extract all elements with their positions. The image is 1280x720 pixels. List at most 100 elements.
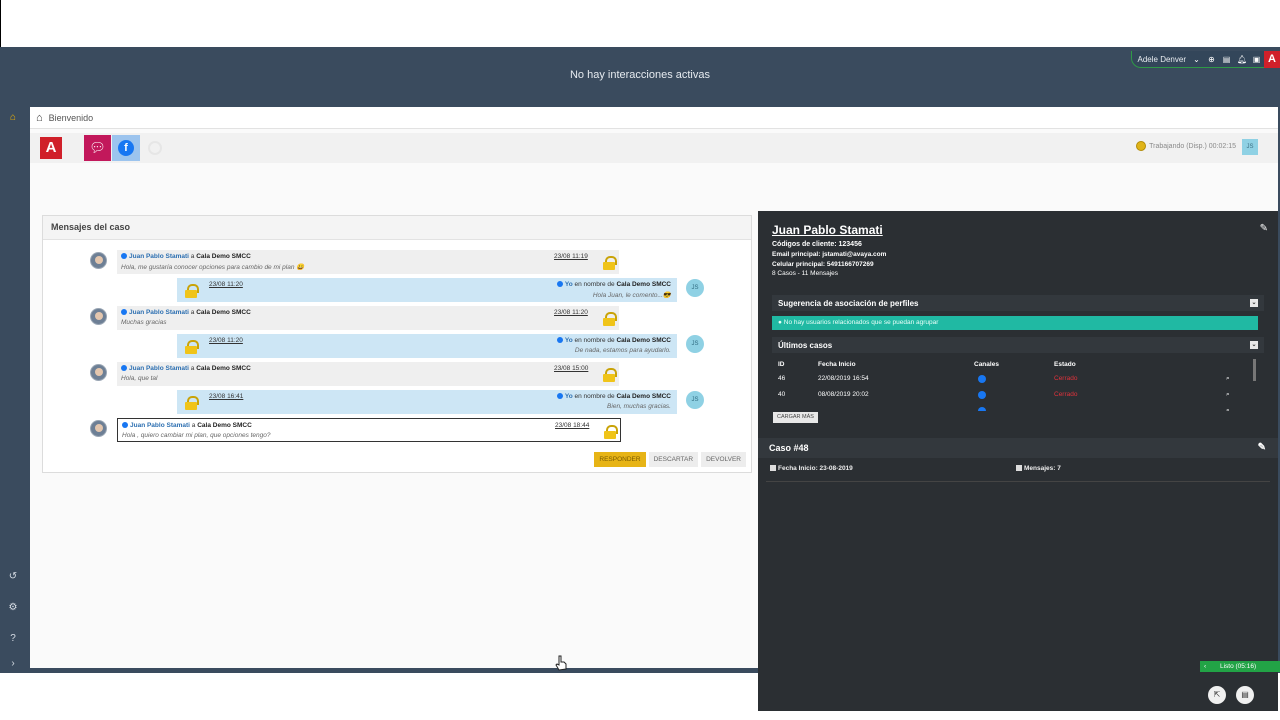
lock-icon[interactable] <box>603 368 617 382</box>
lock-icon[interactable] <box>603 312 617 326</box>
lock-icon[interactable] <box>185 396 199 410</box>
email-row: Email principal: jstamati@avaya.com <box>772 251 886 258</box>
home-icon[interactable]: ⌂ <box>36 112 43 124</box>
bell-icon[interactable]: 🔔︎ <box>1237 55 1247 64</box>
case-id: 46 <box>778 375 786 382</box>
connector: en nombre de <box>574 281 615 288</box>
message-timestamp[interactable]: 23/08 18:44 <box>555 422 589 429</box>
customer-avatar <box>90 308 107 325</box>
table-row[interactable]: 46 22/08/2019 16:54 Cerrado ⌕ <box>778 373 1248 387</box>
connector: a <box>190 365 195 372</box>
message-row[interactable]: Juan Pablo Stamati a Cala Demo SMCC Hola … <box>117 418 621 442</box>
brand-logo: A <box>1264 51 1280 68</box>
message-header: Juan Pablo Stamati a Cala Demo SMCC <box>121 309 251 316</box>
recipient-name: Cala Demo SMCC <box>197 422 252 429</box>
chevron-down-icon[interactable]: ⌄ <box>1250 299 1258 307</box>
message-row[interactable]: Yo en nombre de Cala Demo SMCC Bien, much… <box>177 390 677 414</box>
message-header: Yo en nombre de Cala Demo SMCC <box>556 281 671 288</box>
recent-cases-header[interactable]: Últimos casos ⌄ <box>772 337 1264 353</box>
sender-name[interactable]: Juan Pablo Stamati <box>130 422 190 429</box>
lock-icon[interactable] <box>603 256 617 270</box>
user-menu[interactable]: Adele Denver ⌄ ⊕ ▤ 🔔︎ ▣ <box>1130 51 1268 68</box>
client-codes: Códigos de cliente: 123456 <box>772 241 862 248</box>
discard-button[interactable]: Descartar <box>648 452 699 467</box>
divider <box>766 481 1270 482</box>
plus-circle-icon[interactable]: ⊕ <box>1207 55 1216 64</box>
info-icon: ● <box>778 319 782 326</box>
home-icon[interactable]: ⌂ <box>7 112 19 124</box>
facebook-channel-button[interactable]: f <box>112 135 140 161</box>
breadcrumb-label[interactable]: Bienvenido <box>49 113 94 123</box>
message-row[interactable]: Yo en nombre de Cala Demo SMCC Hola Juan,… <box>177 278 677 302</box>
help-icon[interactable]: ? <box>7 633 19 645</box>
message-timestamp[interactable]: 23/08 11:20 <box>209 337 243 344</box>
table-row[interactable]: ⌕ <box>778 405 1248 411</box>
load-more-button[interactable]: Cargar más <box>773 412 818 423</box>
respond-button[interactable]: Responder <box>594 452 646 467</box>
message-header: Yo en nombre de Cala Demo SMCC <box>556 337 671 344</box>
sender-name[interactable]: Juan Pablo Stamati <box>129 309 189 316</box>
agent-avatar: JS <box>686 335 704 353</box>
message-row[interactable]: Yo en nombre de Cala Demo SMCC De nada, e… <box>177 334 677 358</box>
facebook-icon <box>121 309 127 316</box>
section-title: Últimos casos <box>778 341 833 350</box>
pencil-icon[interactable]: ✎ <box>1258 442 1266 453</box>
recipient-name: Cala Demo SMCC <box>196 253 251 260</box>
scrollbar[interactable] <box>1253 359 1256 381</box>
chevron-left-icon[interactable]: ‹ <box>1204 663 1206 670</box>
return-button[interactable]: Devolver <box>701 452 746 467</box>
recipient-name: Cala Demo SMCC <box>616 393 671 400</box>
document-icon[interactable]: ▤ <box>1236 686 1254 704</box>
search-icon[interactable]: ⌕ <box>1226 391 1230 399</box>
message-timestamp[interactable]: 23/08 16:41 <box>209 393 243 400</box>
clipboard-icon[interactable]: ▤ <box>1222 55 1231 64</box>
profile-suggestion-header[interactable]: Sugerencia de asociación de perfiles ⌄ <box>772 295 1264 311</box>
envelope-icon <box>1016 465 1022 472</box>
search-icon[interactable]: ⌕ <box>1226 375 1230 383</box>
search-icon[interactable]: ⌕ <box>1226 407 1230 411</box>
facebook-icon: f <box>118 140 134 156</box>
chevron-down-icon[interactable]: ⌄ <box>1250 341 1258 349</box>
sender-name[interactable]: Juan Pablo Stamati <box>129 253 189 260</box>
panel-title: Mensajes del caso <box>43 216 751 240</box>
chevron-down-icon[interactable]: ⌄ <box>1192 55 1201 64</box>
message-timestamp[interactable]: 23/08 11:20 <box>209 281 243 288</box>
sender-name[interactable]: Yo <box>565 281 573 288</box>
connector: a <box>190 309 195 316</box>
message-row[interactable]: Juan Pablo Stamati a Cala Demo SMCC Mucha… <box>117 306 619 330</box>
sender-name[interactable]: Juan Pablo Stamati <box>129 365 189 372</box>
email-label: Email principal: <box>772 251 821 258</box>
lock-icon[interactable] <box>185 340 199 354</box>
message-text: Hola, que tal <box>121 375 158 382</box>
user-name: Adele Denver <box>1137 54 1186 64</box>
case-title: Caso #48 <box>769 443 809 453</box>
col-id: ID <box>778 361 785 368</box>
message-text: Bien, muchas gracias. <box>607 403 671 410</box>
external-link-icon[interactable]: ⇱ <box>1208 686 1226 704</box>
recipient-name: Cala Demo SMCC <box>616 281 671 288</box>
sender-name[interactable]: Yo <box>565 337 573 344</box>
table-row[interactable]: 40 08/08/2019 20:02 Cerrado ⌕ <box>778 389 1248 403</box>
message-timestamp[interactable]: 23/08 15:00 <box>554 365 588 372</box>
message-row[interactable]: Juan Pablo Stamati a Cala Demo SMCC Hola,… <box>117 362 619 386</box>
message-text: Hola Juan, le comento...😎 <box>592 292 671 299</box>
facebook-icon <box>978 407 986 411</box>
chat-icon: 💬︎ <box>89 140 106 155</box>
history-icon[interactable]: ↺ <box>7 571 19 583</box>
customer-name: Juan Pablo Stamati <box>772 223 883 237</box>
message-timestamp[interactable]: 23/08 11:20 <box>554 309 588 316</box>
sender-name[interactable]: Yo <box>565 393 573 400</box>
chat-channel-button[interactable]: 💬︎ <box>84 135 111 161</box>
message-timestamp[interactable]: 23/08 11:19 <box>554 253 588 260</box>
message-row[interactable]: Juan Pablo Stamati a Cala Demo SMCC Hola,… <box>117 250 619 274</box>
gear-icon[interactable]: ⚙ <box>7 602 19 614</box>
message-text: Hola, me gustaría conocer opciones para … <box>121 264 305 271</box>
chevron-right-icon[interactable]: › <box>7 658 19 670</box>
lock-icon[interactable] <box>604 425 618 439</box>
id-card-icon[interactable]: ▣ <box>1252 55 1261 64</box>
message-header: Juan Pablo Stamati a Cala Demo SMCC <box>122 422 252 429</box>
agent-status[interactable]: Trabajando (Disp.) 00:02:15 <box>1136 141 1236 151</box>
lock-icon[interactable] <box>185 284 199 298</box>
avatar[interactable]: JS <box>1242 139 1258 155</box>
pencil-icon[interactable]: ✎ <box>1260 223 1268 234</box>
